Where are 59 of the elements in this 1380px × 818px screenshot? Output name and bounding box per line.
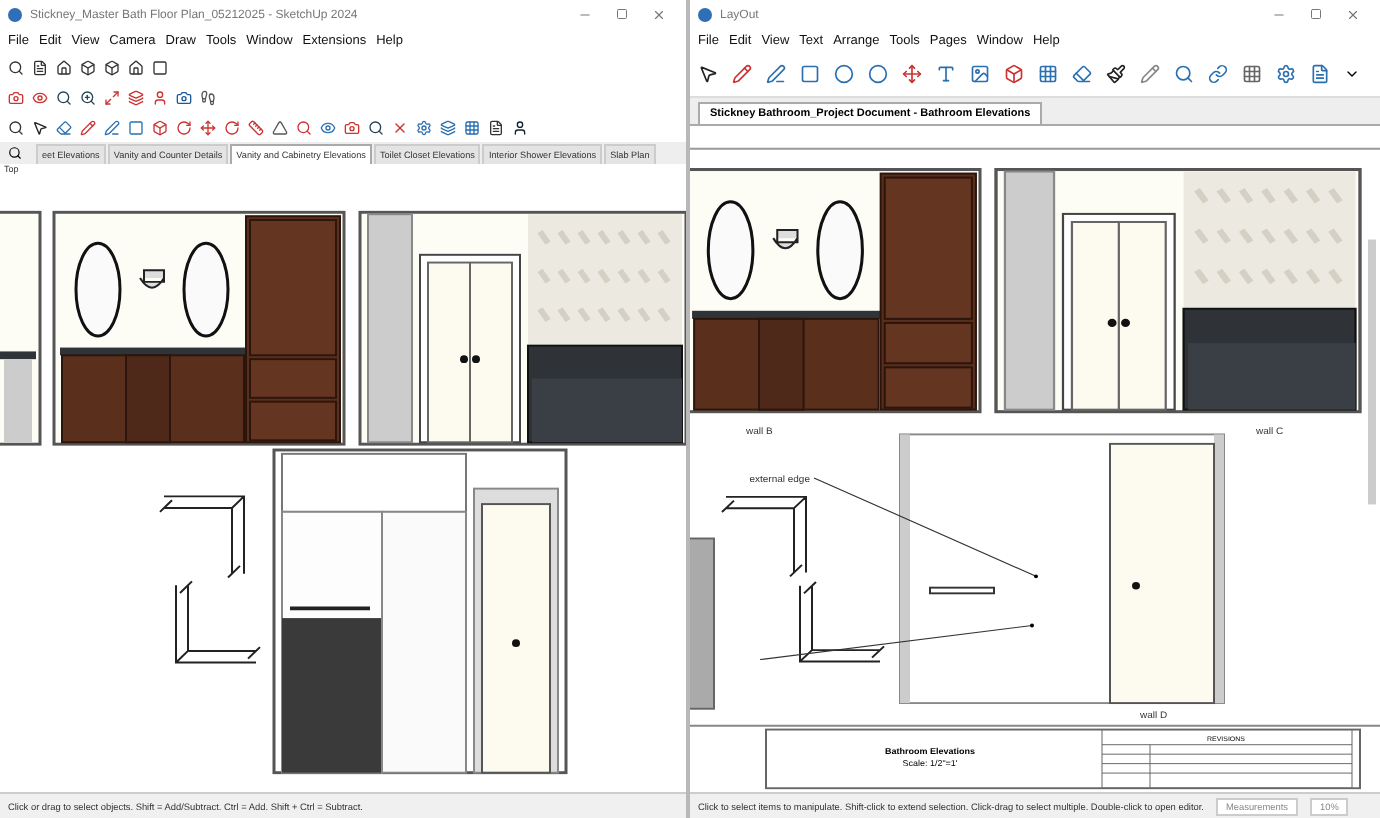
app-icon [698,8,712,22]
search-icon[interactable] [8,146,22,160]
pencil-icon[interactable] [732,64,752,84]
search-icon[interactable] [8,119,24,135]
page-icon[interactable] [32,59,48,75]
look-icon[interactable] [320,119,336,135]
maximize-icon[interactable] [616,8,628,20]
move-icon[interactable] [200,119,216,135]
rectangle-icon[interactable] [800,64,820,84]
person-icon[interactable] [512,119,528,135]
rectangle-icon[interactable] [128,119,144,135]
zoom-icon[interactable] [1174,64,1194,84]
zoom-icon[interactable] [80,89,96,105]
maximize-icon[interactable] [1310,8,1322,20]
wall-corner-drawing [175,580,261,664]
eraser-icon[interactable] [1072,64,1092,84]
wall-corner-drawing [159,495,245,579]
grid-icon[interactable] [1242,64,1262,84]
arc-icon[interactable] [766,64,786,84]
gear-icon[interactable] [1276,64,1296,84]
circle-icon[interactable] [834,64,854,84]
cube-icon[interactable] [104,59,120,75]
table-icon[interactable] [1038,64,1058,84]
move-icon[interactable] [902,64,922,84]
gear-icon[interactable] [416,119,432,135]
layers-icon[interactable] [128,89,144,105]
camera-icon[interactable] [176,89,192,105]
wall-corner-drawing [799,581,885,663]
camera-icon[interactable] [344,119,360,135]
warning-icon[interactable] [272,119,288,135]
page-icon[interactable] [488,119,504,135]
house-icon[interactable] [56,59,72,75]
eye-icon[interactable] [32,89,48,105]
camera-icon[interactable] [8,89,24,105]
arc-icon[interactable] [104,119,120,135]
square-icon[interactable] [152,59,168,75]
search-icon[interactable] [56,89,72,105]
house-outline-icon[interactable] [128,59,144,75]
layers-icon[interactable] [440,119,456,135]
rotate-icon[interactable] [176,119,192,135]
walk-icon[interactable] [200,89,216,105]
shape-icon[interactable] [1004,64,1024,84]
scrollbar[interactable] [1368,239,1376,505]
wall-corner-drawing [721,495,807,578]
close-icon[interactable] [1346,8,1360,22]
eraser-icon[interactable] [56,119,72,135]
close-icon[interactable] [652,8,666,22]
grid-icon[interactable] [464,119,480,135]
overflow-icon[interactable] [1344,66,1360,82]
text-icon[interactable] [936,64,956,84]
cursor-icon[interactable] [698,64,718,84]
cursor-icon[interactable] [32,119,48,135]
link-icon[interactable] [1208,64,1228,84]
box-icon[interactable] [80,59,96,75]
pencil-icon[interactable] [80,119,96,135]
refresh-icon[interactable] [224,119,240,135]
zoom-icon[interactable] [368,119,384,135]
app-icon [8,8,22,22]
style-icon[interactable] [1106,64,1126,84]
